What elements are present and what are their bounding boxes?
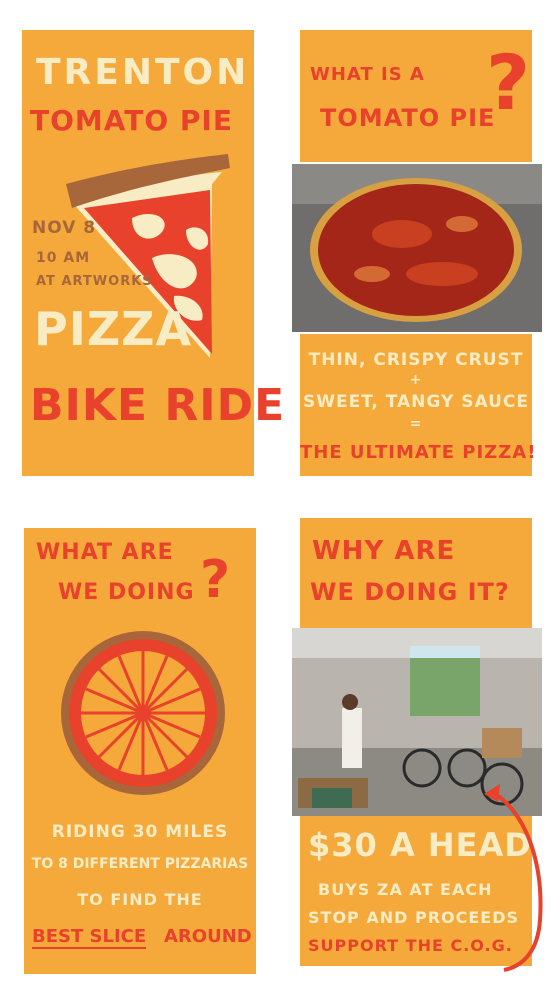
pizza-word: PIZZA <box>34 302 193 356</box>
best-slice: BEST SLICE <box>32 926 147 949</box>
question-we-doing: WE DOING <box>58 580 195 605</box>
to-8-pizzarias: TO 8 DIFFERENT PIZZARIAS <box>31 856 249 872</box>
equals-sign: = <box>409 416 423 432</box>
poster-panel-3: WHAT ARE WE DOING ? RIDING 30 MILES TO 8… <box>24 528 256 974</box>
poster-panel-2-lower: THIN, CRISPY CRUST + SWEET, TANGY SAUCE … <box>300 334 537 476</box>
around: AROUND <box>164 926 252 947</box>
question-tomato-pie: TOMATO PIE <box>320 104 496 132</box>
event-time: 10 AM <box>36 250 91 266</box>
plus-sign: + <box>409 372 423 388</box>
poster-panel-1: TRENTON TOMATO PIE NOV 8 10 AM AT ARTWOR… <box>22 30 284 476</box>
sweet-tangy-sauce: SWEET, TANGY SAUCE <box>302 392 529 412</box>
question-mark-2: ? <box>200 550 232 610</box>
poster-panel-4: WHY ARE WE DOING IT? <box>300 518 532 628</box>
question-why-are: WHY ARE <box>312 536 456 566</box>
riding-30-miles: RIDING 30 MILES <box>51 822 229 842</box>
thin-crispy-crust: THIN, CRISPY CRUST <box>308 350 524 370</box>
bike-ride-word: BIKE RIDE <box>30 380 286 431</box>
to-find-the: TO FIND THE <box>77 890 203 909</box>
question-what-are: WHAT ARE <box>36 540 174 565</box>
title-tomato-pie: TOMATO PIE <box>30 104 233 137</box>
question-what-is-a: WHAT IS A <box>310 64 425 85</box>
question-we-doing-it: WE DOING IT? <box>310 578 510 606</box>
event-place: AT ARTWORKS <box>36 274 153 289</box>
bike-wheel-icon <box>61 631 225 795</box>
curved-arrow-icon <box>484 784 543 972</box>
buys-za-line: BUYS ZA AT EACH <box>318 880 493 899</box>
question-mark: ? <box>486 38 532 127</box>
tomato-pie-photo <box>292 164 542 332</box>
poster-panel-2: WHAT IS A TOMATO PIE ? <box>300 30 532 162</box>
title-trenton: TRENTON <box>36 52 250 93</box>
event-date: NOV 8 <box>32 218 97 238</box>
ultimate-pizza: THE ULTIMATE PIZZA! <box>300 442 537 463</box>
